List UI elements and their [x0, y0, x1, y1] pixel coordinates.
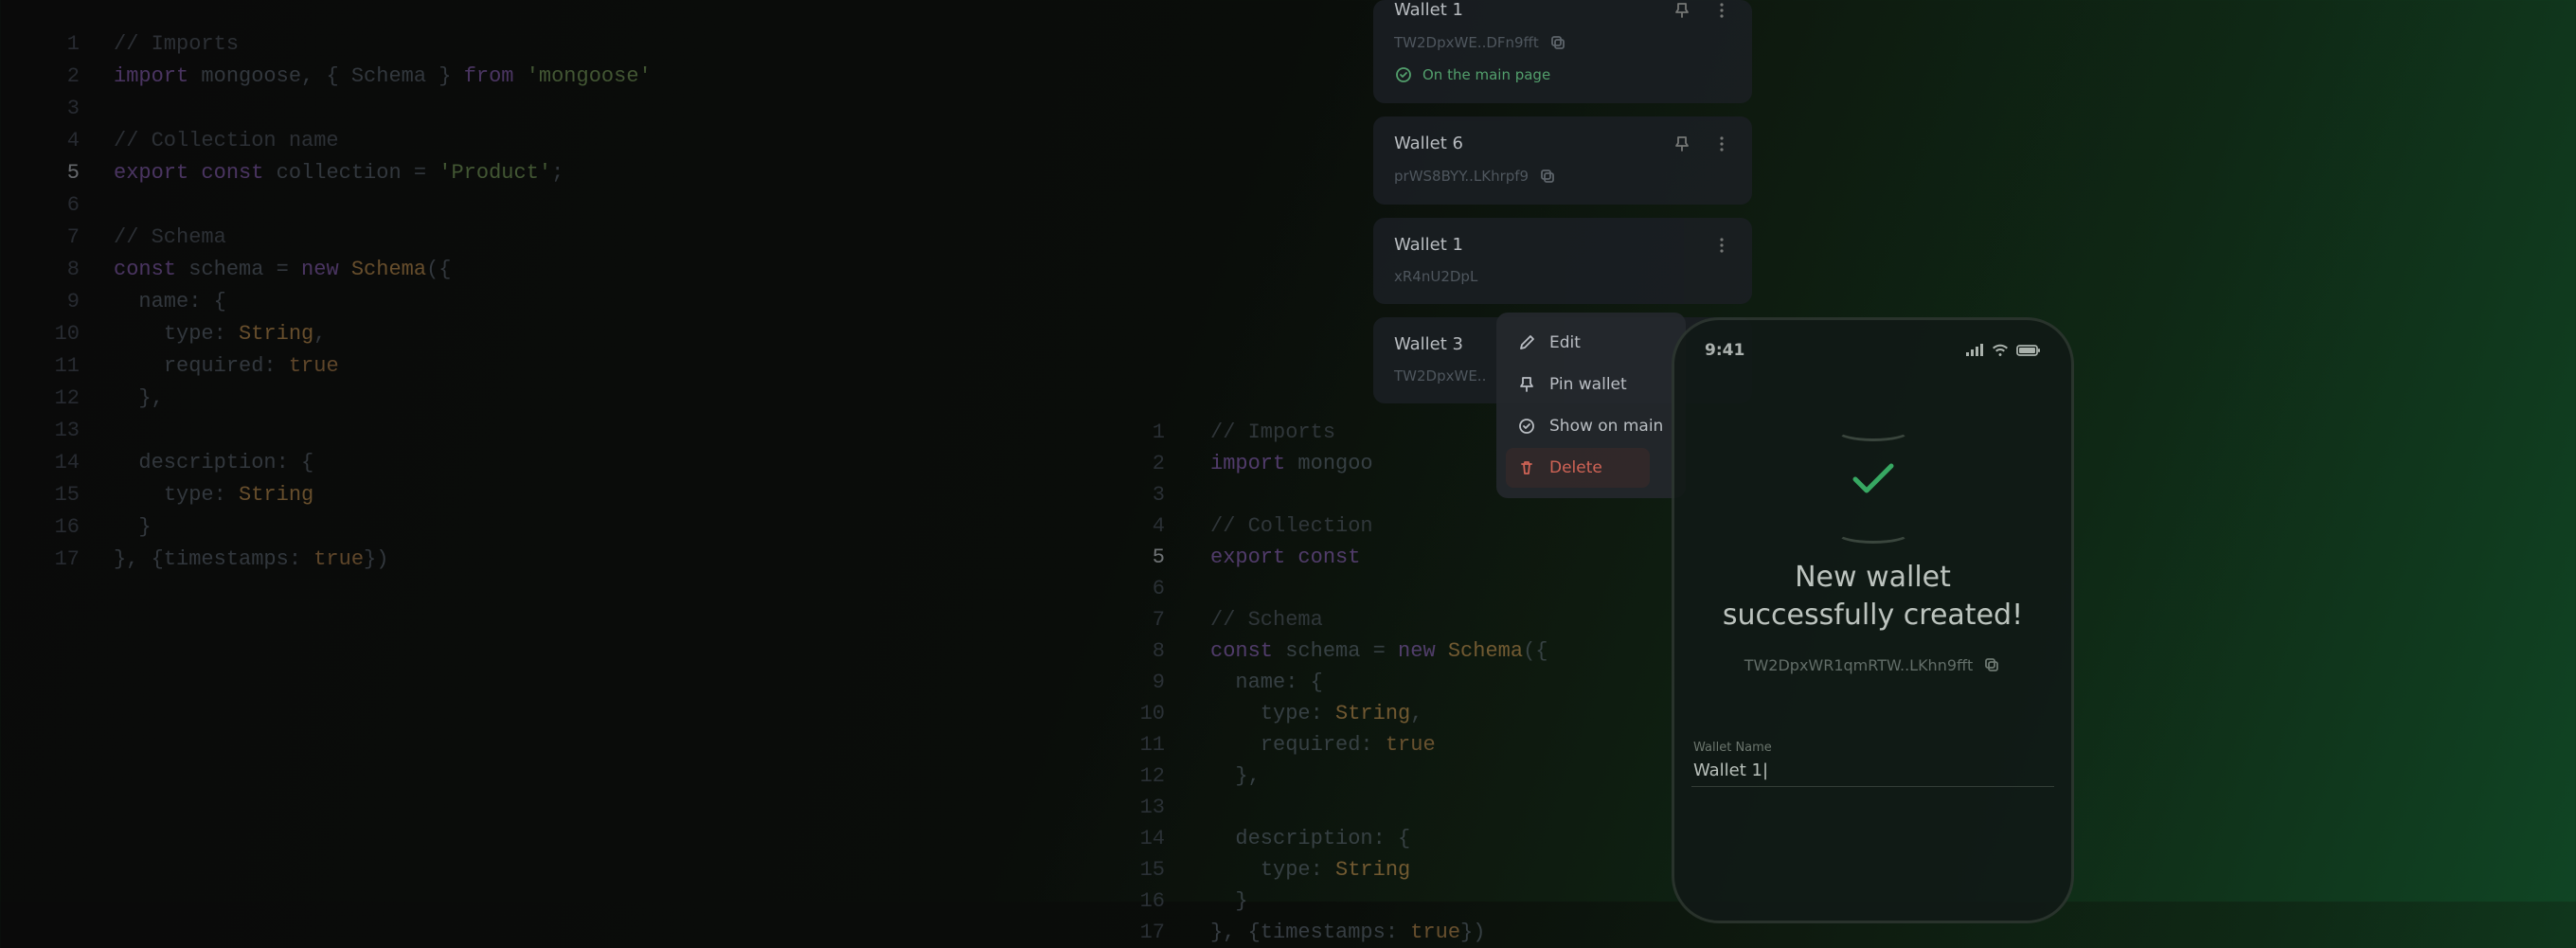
wallet-name: Wallet 1: [1394, 0, 1463, 20]
code-editor-snippet-1: 1// Imports 2import mongoose, { Schema }…: [28, 28, 652, 576]
phone-mockup: 9:41 New wallet successfully created! TW…: [1672, 317, 2074, 923]
wallet-name-input[interactable]: Wallet Name Wallet 1|: [1691, 741, 2054, 787]
menu-item-pin[interactable]: Pin wallet: [1496, 364, 1686, 405]
wallet-address: TW2DpxWR1qmRTW..LKhn9fft: [1744, 656, 1974, 674]
wallet-name: Wallet 1: [1394, 235, 1463, 255]
status-time: 9:41: [1705, 341, 1744, 360]
decorative-arc-icon: [1836, 523, 1910, 544]
copy-icon[interactable]: [1982, 655, 2001, 674]
check-circle-icon: [1517, 417, 1536, 436]
code-editor-snippet-2: 1// Imports 2import mongoo 3 4// Collect…: [1127, 417, 1547, 948]
wifi-icon: [1992, 344, 2009, 357]
battery-icon: [2016, 344, 2041, 357]
more-icon[interactable]: [1712, 236, 1731, 255]
menu-item-show-main[interactable]: Show on main: [1496, 405, 1686, 447]
wallet-address: TW2DpxWE..DFn9fft: [1394, 34, 1539, 51]
more-icon[interactable]: [1712, 134, 1731, 153]
pencil-icon: [1517, 333, 1536, 352]
wallet-card[interactable]: Wallet 1 TW2DpxWE..DFn9fft On the main p…: [1373, 0, 1752, 103]
on-main-page-label: On the main page: [1422, 66, 1550, 83]
input-label: Wallet Name: [1693, 741, 2052, 755]
input-value: Wallet 1|: [1693, 760, 2052, 780]
trash-icon: [1517, 458, 1536, 477]
success-heading: New wallet successfully created!: [1691, 559, 2054, 635]
wallet-address: TW2DpxWE..: [1394, 367, 1486, 385]
status-bar: 9:41: [1691, 337, 2054, 360]
pin-icon: [1517, 375, 1536, 394]
wallet-name: Wallet 6: [1394, 134, 1463, 153]
more-icon[interactable]: [1712, 1, 1731, 20]
wallet-address: prWS8BYY..LKhrpf9: [1394, 168, 1529, 185]
menu-item-delete[interactable]: Delete: [1496, 447, 1686, 489]
decorative-arc-icon: [1836, 420, 1910, 441]
copy-icon[interactable]: [1538, 167, 1557, 186]
success-illustration: [1691, 417, 2054, 568]
wallet-name: Wallet 3: [1394, 334, 1463, 354]
copy-icon[interactable]: [1548, 33, 1567, 52]
pin-icon[interactable]: [1673, 1, 1691, 20]
check-icon: [1852, 462, 1895, 496]
signal-icon: [1965, 344, 1984, 357]
pin-icon[interactable]: [1673, 134, 1691, 153]
menu-item-edit[interactable]: Edit: [1496, 322, 1686, 364]
wallet-address: xR4nU2DpL: [1394, 268, 1477, 285]
wallet-card[interactable]: Wallet 1 xR4nU2DpL: [1373, 218, 1752, 304]
wallet-context-menu: Edit Pin wallet Show on main Delete: [1496, 313, 1686, 498]
check-circle-icon: [1394, 65, 1413, 84]
wallet-card[interactable]: Wallet 6 prWS8BYY..LKhrpf9: [1373, 116, 1752, 205]
